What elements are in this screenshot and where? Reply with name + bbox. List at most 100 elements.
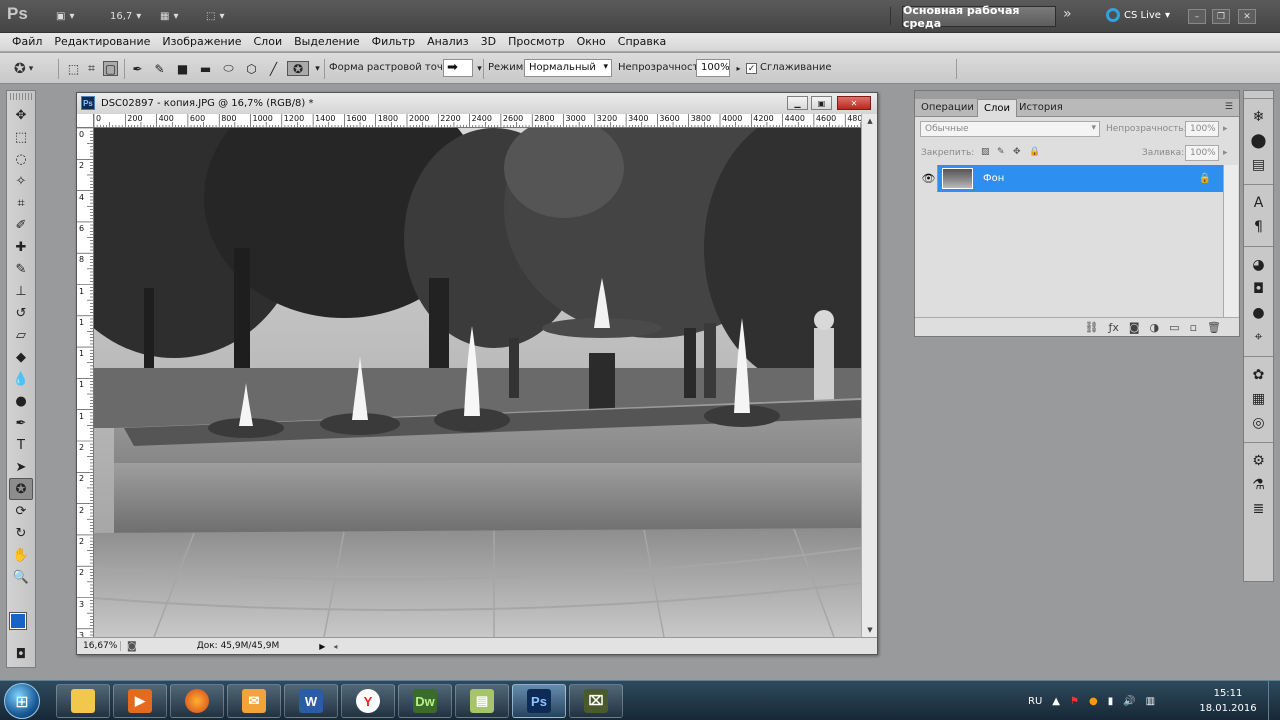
foreground-color-swatch[interactable]: [9, 612, 27, 630]
toolbox-grip[interactable]: [10, 93, 32, 100]
path-selection-icon[interactable]: ➤: [9, 456, 33, 478]
layer-style-icon[interactable]: ƒx: [1108, 321, 1118, 334]
navigator-icon[interactable]: ⬤: [1244, 129, 1273, 153]
minimize-app-button[interactable]: –: [1188, 9, 1206, 24]
lock-image-icon[interactable]: ✎: [997, 147, 1005, 157]
blur-tool-icon[interactable]: 💧: [9, 368, 33, 390]
fill-input[interactable]: 100%: [1185, 145, 1219, 161]
taskbar-explorer[interactable]: [56, 684, 110, 718]
adjustments-icon[interactable]: ⚙: [1244, 449, 1273, 473]
taskbar-notes[interactable]: ▤: [455, 684, 509, 718]
restore-app-button[interactable]: ❐: [1212, 9, 1230, 24]
delete-layer-icon[interactable]: 🗑: [1207, 321, 1221, 334]
tab-history[interactable]: История: [1013, 99, 1069, 117]
character-icon[interactable]: A: [1244, 191, 1273, 215]
vertical-ruler[interactable]: 02468111112222233: [77, 128, 94, 637]
type-tool-icon[interactable]: T: [9, 434, 33, 456]
screen-mode-button[interactable]: ▣ ▾: [56, 7, 74, 25]
quick-selection-icon[interactable]: ✧: [9, 170, 33, 192]
horizontal-ruler[interactable]: 0 200 400 600 800 1000 1200 1400 1600 1800 2000 220…: [94, 114, 861, 128]
system-clock[interactable]: 15:11 18.01.2016: [1196, 686, 1260, 716]
pen-tool-icon[interactable]: ✒: [9, 412, 33, 434]
layer-row-background[interactable]: 👁 Фон 🔒: [920, 165, 1223, 192]
masks-icon[interactable]: ⚗: [1244, 473, 1273, 497]
layer-opacity-input[interactable]: 100%: [1185, 121, 1219, 137]
chevron-down-icon[interactable]: ▾: [310, 61, 325, 76]
smoothing-checkbox[interactable]: ✓: [746, 63, 757, 74]
menu-select[interactable]: Выделение: [288, 33, 366, 51]
custom-shape-icon[interactable]: ✪: [287, 61, 309, 76]
lasso-tool-icon[interactable]: ◌: [9, 148, 33, 170]
rounded-rectangle-icon[interactable]: ▬: [198, 61, 213, 76]
brush-tool-icon[interactable]: ✎: [9, 258, 33, 280]
zoom-tool-icon[interactable]: 🔍: [9, 566, 33, 588]
minimize-doc-button[interactable]: ▁: [787, 96, 808, 110]
adjustment-layer-icon[interactable]: ◑: [1150, 321, 1160, 334]
show-desktop-button[interactable]: [1268, 681, 1280, 720]
close-doc-button[interactable]: ✕: [837, 96, 871, 110]
menu-view[interactable]: Просмотр: [502, 33, 570, 51]
new-group-icon[interactable]: ▭: [1169, 321, 1179, 334]
polygon-tool-icon[interactable]: ⬡: [244, 61, 259, 76]
eraser-icon[interactable]: ▱: [9, 324, 33, 346]
healing-brush-icon[interactable]: ✚: [9, 236, 33, 258]
blend-mode-dropdown[interactable]: Обычные ▾: [920, 121, 1100, 137]
3d-panel-icon[interactable]: ❄: [1244, 105, 1273, 129]
status-arrow-icon[interactable]: ▶: [319, 642, 325, 651]
pen-tool-icon[interactable]: ✒: [130, 61, 145, 76]
paint-bucket-icon[interactable]: ◆: [9, 346, 33, 368]
panel-menu-icon[interactable]: ☰: [1225, 102, 1233, 112]
document-title-bar[interactable]: Ps DSC02897 - копия.JPG @ 16,7% (RGB/8) …: [77, 93, 877, 113]
transform-icon[interactable]: ⌖: [1244, 325, 1273, 349]
menu-file[interactable]: Файл: [6, 33, 48, 51]
scroll-down-icon[interactable]: ▼: [862, 623, 878, 637]
taskbar-media-player[interactable]: ▶: [113, 684, 167, 718]
shape-picker[interactable]: ➡: [443, 59, 473, 77]
status-menu-icon[interactable]: ◙: [127, 641, 137, 652]
menu-edit[interactable]: Редактирование: [48, 33, 156, 51]
histogram-icon[interactable]: ▤: [1244, 153, 1273, 177]
taskbar-camera[interactable]: ⌧: [569, 684, 623, 718]
taskbar-yandex[interactable]: Y: [341, 684, 395, 718]
styles-icon[interactable]: ●: [1244, 301, 1273, 325]
volume-icon[interactable]: 🔊: [1123, 696, 1135, 707]
taskbar-firefox[interactable]: [170, 684, 224, 718]
eyedropper-icon[interactable]: ✐: [9, 214, 33, 236]
menu-layer[interactable]: Слои: [248, 33, 289, 51]
new-layer-icon[interactable]: ▫: [1190, 321, 1197, 334]
clone-stamp-icon[interactable]: ⊥: [9, 280, 33, 302]
action-center-icon[interactable]: ⚑: [1070, 696, 1079, 707]
grid-icon[interactable]: ▦: [1244, 387, 1273, 411]
tab-layers[interactable]: Слои: [977, 99, 1017, 117]
more-workspaces-icon[interactable]: »: [1063, 6, 1072, 22]
vertical-scrollbar[interactable]: ▲ ▼: [861, 114, 877, 637]
rectangle-tool-icon[interactable]: ■: [175, 61, 190, 76]
language-indicator[interactable]: RU: [1028, 696, 1042, 707]
lock-all-icon[interactable]: 🔒: [1029, 147, 1040, 157]
marquee-tool-icon[interactable]: ⬚: [9, 126, 33, 148]
ruler-origin[interactable]: [77, 114, 94, 128]
menu-help[interactable]: Справка: [612, 33, 672, 51]
blend-mode-select[interactable]: Нормальный ▾: [524, 59, 612, 77]
layers-scrollbar[interactable]: [1223, 165, 1238, 317]
scroll-up-icon[interactable]: ▲: [862, 114, 878, 128]
arrange-documents-button[interactable]: ▦ ▾: [160, 7, 178, 25]
shape-layers-icon[interactable]: ⬚: [66, 61, 81, 76]
cs-live-button[interactable]: CS Live ▾: [1106, 8, 1170, 22]
clone-source-icon[interactable]: ◎: [1244, 411, 1273, 435]
image-canvas[interactable]: [94, 128, 861, 637]
tool-preset-picker[interactable]: ✪ ▾: [14, 58, 50, 80]
opacity-arrow-icon[interactable]: ▸: [1223, 124, 1228, 134]
strip-grip[interactable]: [1244, 91, 1273, 99]
screen-layout-button[interactable]: ⬚ ▾: [206, 7, 224, 25]
swatches-icon[interactable]: ◘: [1244, 277, 1273, 301]
ellipse-tool-icon[interactable]: ⬭: [221, 61, 236, 76]
avast-icon[interactable]: ●: [1089, 696, 1098, 707]
chevron-down-icon[interactable]: ▾: [472, 61, 487, 76]
link-layers-icon[interactable]: ⛓: [1085, 321, 1099, 334]
menu-image[interactable]: Изображение: [156, 33, 247, 51]
dodge-tool-icon[interactable]: ●: [9, 390, 33, 412]
show-hidden-icons-icon[interactable]: ▲: [1052, 696, 1060, 707]
lock-position-icon[interactable]: ✥: [1013, 147, 1021, 157]
network-icon[interactable]: ▥: [1146, 696, 1155, 707]
